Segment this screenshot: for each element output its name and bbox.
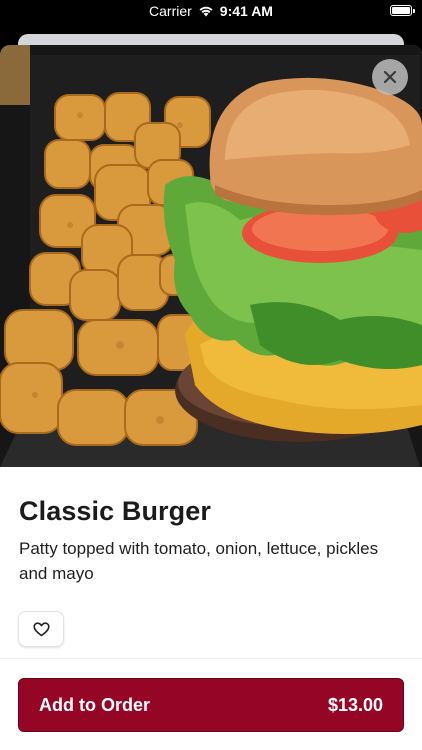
item-detail-sheet: Classic Burger Patty topped with tomato,… [0,45,422,750]
item-photo [0,45,422,467]
divider [0,658,422,659]
heart-icon [32,621,50,636]
favorite-button[interactable] [18,611,64,647]
clock-time: 9:41 AM [219,3,273,19]
item-price: $13.00 [327,694,383,715]
add-to-order-label: Add to Order [39,694,150,715]
carrier-label: Carrier [149,3,192,19]
status-bar: Carrier 9:41 AM [0,0,422,24]
close-button[interactable] [372,59,408,95]
battery-icon [390,5,415,16]
add-to-order-button[interactable]: Add to Order $13.00 [18,678,404,732]
wifi-icon [199,6,213,17]
close-icon [383,70,397,84]
item-title: Classic Burger [19,496,211,526]
item-description: Patty topped with tomato, onion, lettuce… [19,539,379,583]
